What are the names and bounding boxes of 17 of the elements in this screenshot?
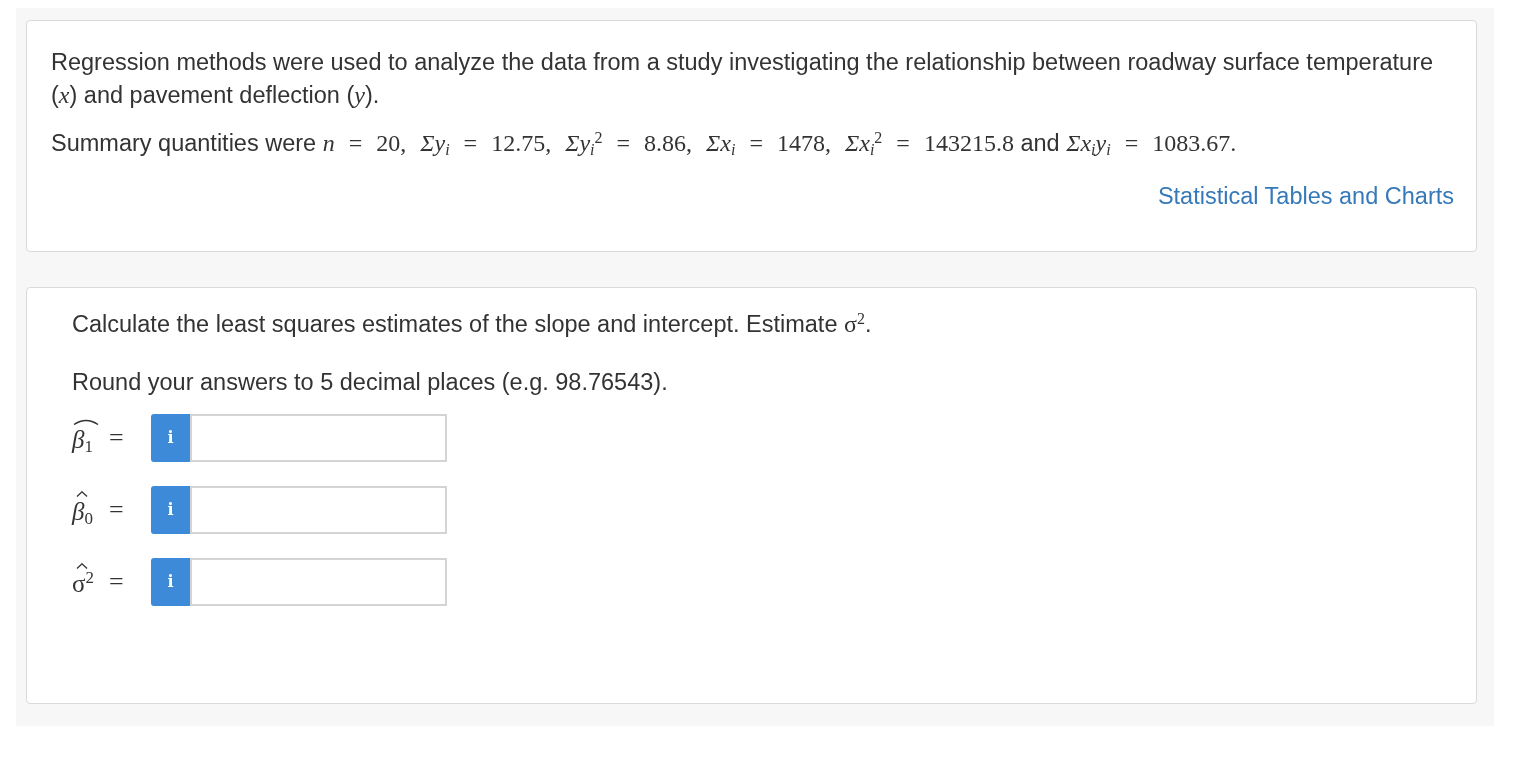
equals-sign: = (109, 568, 125, 596)
answer-label: β$_{0}$ (72, 497, 93, 525)
tables-link[interactable]: Statistical Tables and Charts (1157, 180, 1454, 213)
answer-label: σ$^{2}$ (72, 569, 94, 597)
equals-sign: = (109, 424, 125, 452)
info-button[interactable]: i (151, 558, 190, 606)
info-button[interactable]: i (151, 414, 190, 462)
equals-sign: = (109, 496, 125, 524)
answer-field[interactable] (190, 558, 447, 606)
instruction-text: Round your answers to 5 decimal places (e.g. 98.76543). (72, 368, 669, 397)
question-prompt: Calculate the least squares estimates of the slope and intercept. Estimate σ$^{2}$. (72, 309, 873, 339)
info-button[interactable]: i (151, 486, 190, 534)
answer-field[interactable] (190, 486, 447, 534)
answer-label: β$_{1}$ (72, 425, 93, 453)
summary-text: Summary quantities were n = 20, Σy$_{i}$ = 12.75, Σy$_{i}$$^{2}$ = 8.86, Σx$_{i}$ = 1478, Σx$_{i}$$^{2}$ = 143215.8 and Σx$_{i}$y$_{i}$ = 1083.67. (51, 128, 1238, 160)
problem-statement: Regression methods were used to analyze the data from a study investigating the relationship between roadway surface temperature (x) and pavement deflection (y). (51, 48, 1435, 110)
answer-field[interactable] (190, 414, 447, 462)
